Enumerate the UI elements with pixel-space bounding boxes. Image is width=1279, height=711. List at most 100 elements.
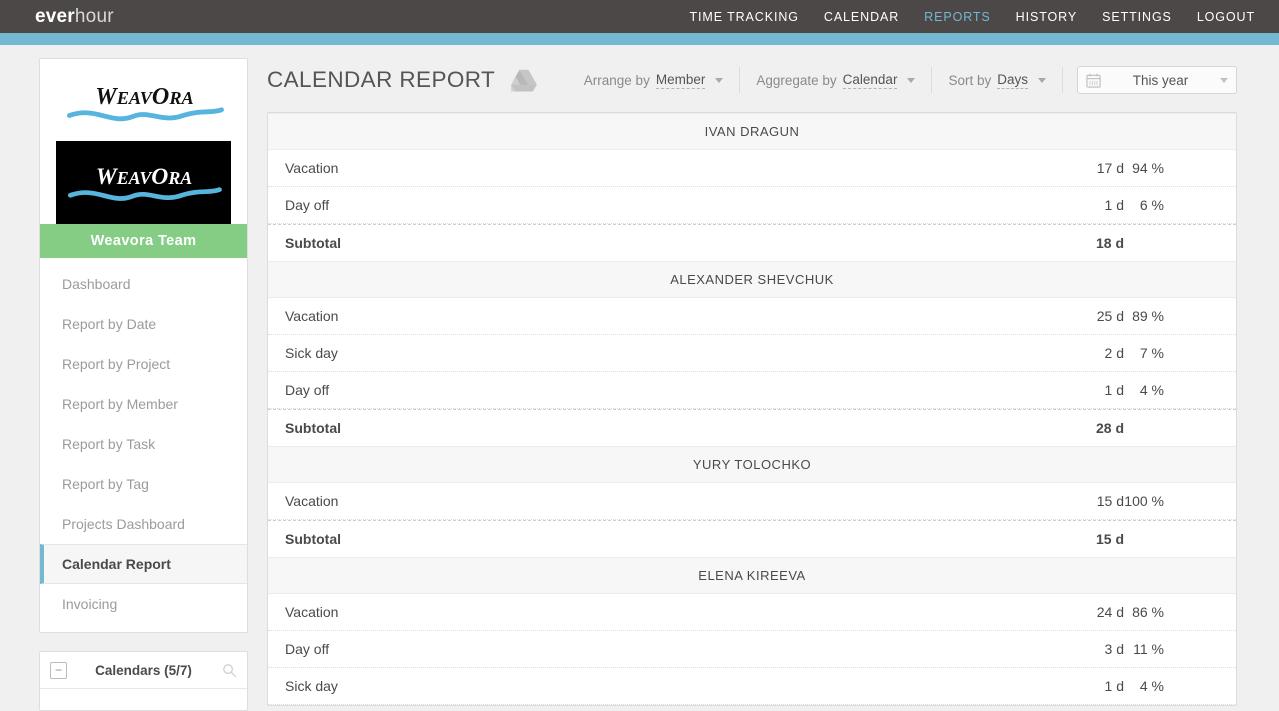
chevron-down-icon[interactable]	[715, 77, 724, 83]
group-header: ALEXANDER SHEVCHUK	[268, 261, 1236, 298]
sidebar-item-report-by-member[interactable]: Report by Member	[40, 384, 247, 424]
row-label: Vacation	[285, 493, 339, 509]
google-drive-icon[interactable]	[511, 69, 538, 92]
calendar-report-table: IVAN DRAGUN Vacation 17 d 94 % Day off 1 d 6 %…	[267, 112, 1237, 706]
search-icon[interactable]	[222, 663, 237, 678]
table-row[interactable]: Day off 1 d 4 %	[268, 372, 1236, 409]
brand-bold: ever	[35, 5, 75, 27]
row-percent: 89 %	[1132, 308, 1164, 324]
collapse-icon[interactable]: −	[50, 661, 67, 679]
subtotal-row: Subtotal 18 d	[268, 224, 1236, 261]
nav-item-logout[interactable]: LOGOUT	[1197, 10, 1255, 24]
sidebar-card: WEAVORA WEAVORA Weavora Team Dashboard Re…	[39, 58, 248, 633]
app-logo[interactable]: everhour	[35, 6, 114, 28]
row-label: Sick day	[285, 678, 338, 694]
aggregate-by-value[interactable]: Calendar	[842, 72, 898, 89]
row-percent: 7 %	[1139, 345, 1164, 361]
row-days: 2 d	[1104, 345, 1124, 361]
subtotal-days: 18 d	[1095, 235, 1124, 251]
sidebar-item-invoicing[interactable]: Invoicing	[40, 584, 247, 624]
table-row[interactable]: Vacation 24 d 86 %	[268, 594, 1236, 631]
svg-text:WEAVORA: WEAVORA	[95, 84, 193, 110]
row-label: Sick day	[285, 345, 338, 361]
main-nav: TIME TRACKING CALENDAR REPORTS HISTORY SETTI…	[689, 10, 1255, 24]
row-days: 1 d	[1104, 197, 1124, 213]
group-header: IVAN DRAGUN	[268, 113, 1236, 150]
row-percent: 100 %	[1124, 493, 1164, 509]
top-navigation-bar: everhour TIME TRACKING CALENDAR REPORTS HIS…	[0, 0, 1279, 33]
row-days: 17 d	[1096, 160, 1124, 176]
row-percent: 11 %	[1133, 641, 1164, 657]
subtotal-row: Subtotal 28 d	[268, 409, 1236, 446]
aggregate-by-label: Aggregate by	[756, 72, 837, 88]
nav-item-history[interactable]: HISTORY	[1016, 10, 1077, 24]
row-percent: 86 %	[1132, 604, 1164, 620]
weavora-logo-white: WEAVORA	[67, 163, 222, 201]
sidebar-item-projects-dashboard[interactable]: Projects Dashboard	[40, 504, 247, 544]
arrange-by-value[interactable]: Member	[655, 72, 706, 89]
row-label: Day off	[285, 641, 330, 657]
table-row[interactable]: Sick day 2 d 7 %	[268, 335, 1236, 372]
row-days: 25 d	[1096, 308, 1124, 324]
arrange-by-label: Arrange by	[583, 72, 650, 88]
row-days: 3 d	[1104, 641, 1124, 657]
table-row[interactable]: Day off 1 d 6 %	[268, 187, 1236, 224]
subtotal-label: Subtotal	[285, 235, 341, 251]
chevron-down-icon[interactable]	[907, 77, 916, 83]
subtotal-days: 15 d	[1095, 531, 1124, 547]
table-row[interactable]: Day off 3 d 11 %	[268, 631, 1236, 668]
team-selector-button[interactable]: Weavora Team	[40, 224, 247, 258]
sidebar-menu: Dashboard Report by Date Report by Project…	[40, 258, 247, 632]
date-range-value[interactable]: This year	[1101, 73, 1220, 88]
nav-item-reports[interactable]: REPORTS	[924, 10, 991, 24]
row-label: Vacation	[285, 308, 339, 324]
accent-bar	[0, 33, 1279, 45]
nav-item-settings[interactable]: SETTINGS	[1102, 10, 1172, 24]
sidebar-item-report-by-date[interactable]: Report by Date	[40, 304, 247, 344]
subtotal-days: 28 d	[1095, 420, 1124, 436]
row-label: Vacation	[285, 160, 339, 176]
subtotal-label: Subtotal	[285, 531, 341, 547]
table-row[interactable]: Vacation 25 d 89 %	[268, 298, 1236, 335]
table-row[interactable]: Vacation 15 d 100 %	[268, 483, 1236, 520]
table-row[interactable]: Sick day 1 d 4 %	[268, 668, 1236, 705]
subtotal-row: Subtotal 15 d	[268, 520, 1236, 557]
row-percent: 94 %	[1132, 160, 1164, 176]
sidebar: WEAVORA WEAVORA Weavora Team Dashboard Re…	[39, 58, 248, 711]
row-days: 1 d	[1104, 678, 1124, 694]
nav-item-time-tracking[interactable]: TIME TRACKING	[689, 10, 798, 24]
calendars-panel: − Calendars (5/7)	[39, 651, 248, 711]
logo-area: WEAVORA WEAVORA	[40, 59, 247, 224]
row-percent: 4 %	[1139, 678, 1164, 694]
calendars-panel-title: Calendars (5/7)	[95, 662, 192, 678]
sort-by-label: Sort by	[948, 72, 992, 88]
row-days: 24 d	[1096, 604, 1124, 620]
row-label: Day off	[285, 197, 330, 213]
chevron-down-icon[interactable]	[1038, 77, 1046, 83]
table-row[interactable]: Vacation 17 d 94 %	[268, 150, 1236, 187]
calendar-icon	[1086, 73, 1101, 88]
sidebar-item-report-by-project[interactable]: Report by Project	[40, 344, 247, 384]
sidebar-item-report-by-task[interactable]: Report by Task	[40, 424, 247, 464]
arrange-by-control[interactable]: Arrange by Member	[568, 67, 741, 93]
sidebar-item-report-by-tag[interactable]: Report by Tag	[40, 464, 247, 504]
report-toolbar: Arrange by Member Aggregate by Calendar …	[568, 66, 1237, 94]
chevron-down-icon[interactable]	[1220, 77, 1228, 83]
main-content: CALENDAR REPORT Arrange by Member Aggreg…	[267, 58, 1237, 706]
sidebar-item-dashboard[interactable]: Dashboard	[40, 264, 247, 304]
row-days: 1 d	[1104, 382, 1124, 398]
page-header: CALENDAR REPORT Arrange by Member Aggreg…	[267, 58, 1237, 102]
page-title: CALENDAR REPORT	[267, 67, 496, 92]
subtotal-label: Subtotal	[285, 420, 341, 436]
aggregate-by-control[interactable]: Aggregate by Calendar	[740, 67, 933, 93]
sort-by-control[interactable]: Sort by Days	[932, 67, 1063, 93]
row-percent: 6 %	[1139, 197, 1164, 213]
sort-by-value[interactable]: Days	[997, 72, 1028, 89]
brand-light: hour	[74, 5, 114, 27]
svg-text:WEAVORA: WEAVORA	[95, 163, 192, 189]
group-header: ELENA KIREEVA	[268, 557, 1236, 594]
date-range-picker[interactable]: This year	[1077, 66, 1237, 94]
nav-item-calendar[interactable]: CALENDAR	[824, 10, 899, 24]
sidebar-item-calendar-report[interactable]: Calendar Report	[40, 544, 247, 584]
calendars-panel-header: − Calendars (5/7)	[40, 652, 247, 689]
